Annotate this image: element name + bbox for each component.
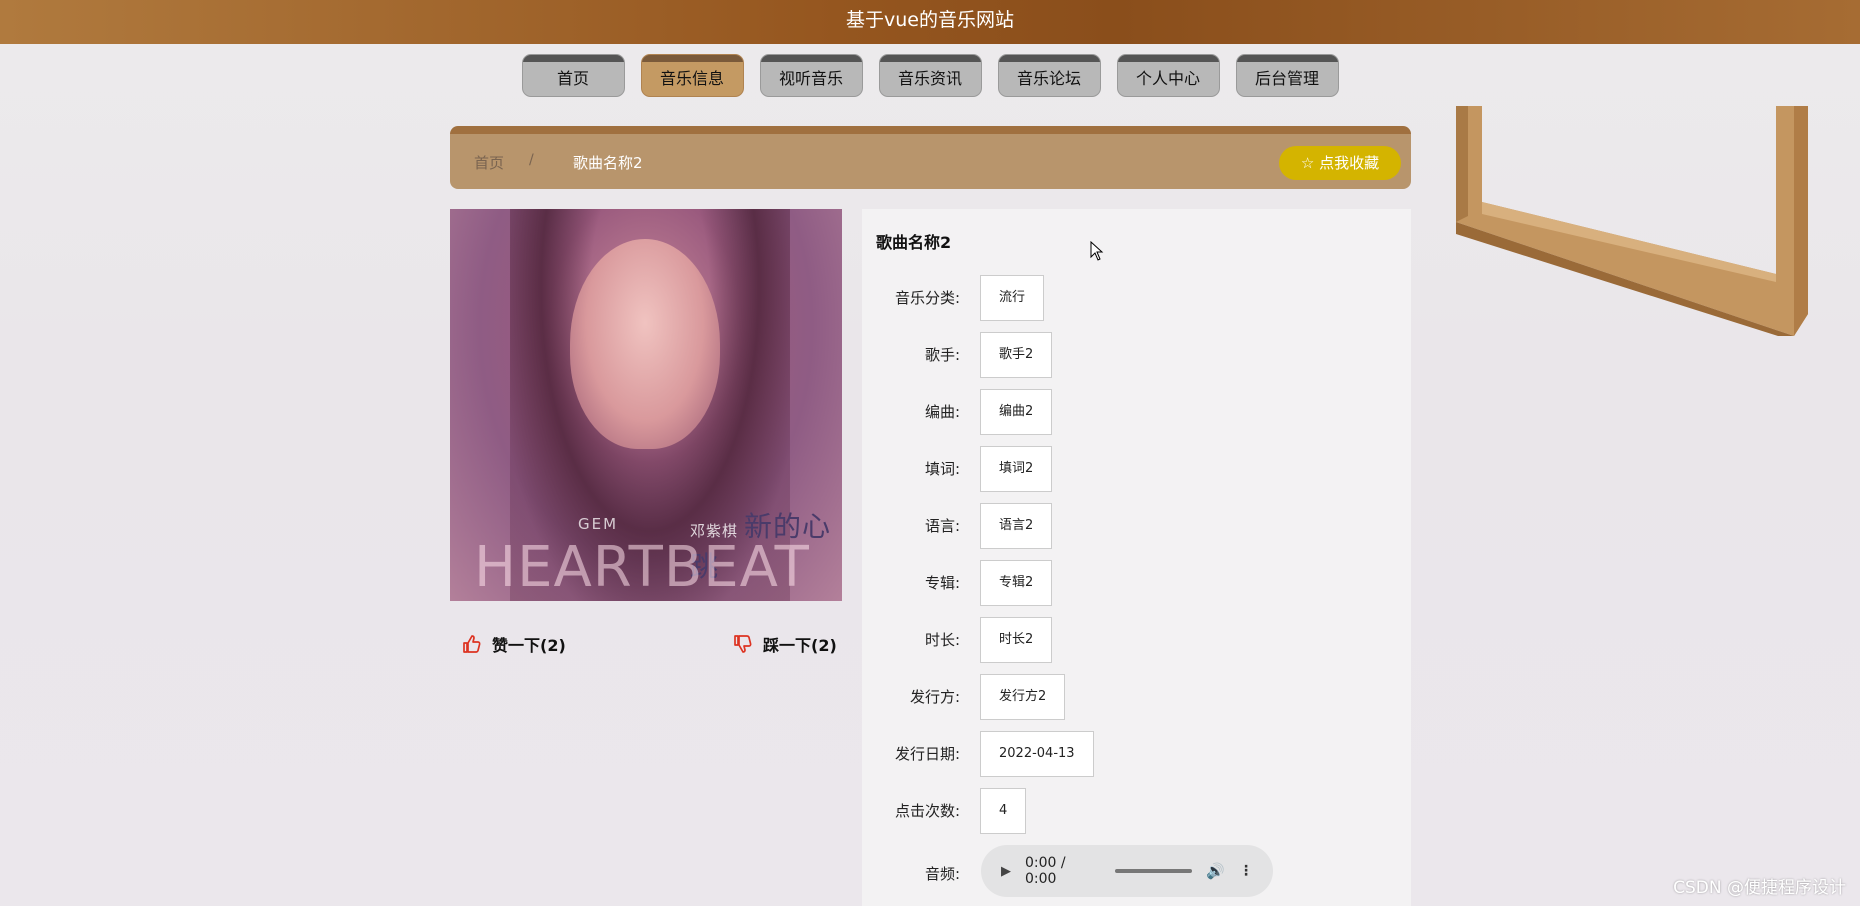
field-label: 发行方: bbox=[909, 688, 960, 706]
audio-player[interactable]: ▶ 0:00 / 0:00 🔊 ⋮ bbox=[981, 845, 1273, 897]
audio-time: 0:00 / 0:00 bbox=[1025, 855, 1066, 887]
site-header: 基于vue的音乐网站 bbox=[0, 0, 1860, 44]
field-value-duration: 时长2 bbox=[980, 617, 1053, 663]
dislike-button[interactable]: 踩一下(2) bbox=[733, 632, 837, 656]
like-button[interactable]: 赞一下(2) bbox=[462, 632, 566, 656]
field-label: 时长: bbox=[924, 631, 960, 649]
nav-item-news[interactable]: 音乐资讯 bbox=[878, 54, 982, 97]
decorative-frame bbox=[1456, 106, 1808, 336]
album-cover: GEM 邓紫棋 新的心跳 HEARTBEAT bbox=[450, 209, 842, 601]
thumbs-up-icon bbox=[463, 635, 481, 653]
field-value-lyricist: 填词2 bbox=[980, 446, 1053, 492]
breadcrumb-home[interactable]: 首页 bbox=[474, 152, 504, 173]
favorite-button-label: 点我收藏 bbox=[1319, 154, 1380, 172]
dislike-label: 踩一下(2) bbox=[763, 636, 837, 655]
field-value-release-date: 2022-04-13 bbox=[980, 731, 1094, 777]
field-label: 编曲: bbox=[924, 403, 960, 421]
breadcrumb-separator: / bbox=[529, 152, 534, 168]
cover-face-shape bbox=[570, 239, 720, 449]
nav-item-music-info[interactable]: 音乐信息 bbox=[640, 54, 744, 97]
field-value-arranger: 编曲2 bbox=[980, 389, 1053, 435]
mouse-cursor-icon bbox=[1090, 241, 1104, 261]
more-options-icon[interactable]: ⋮ bbox=[1239, 863, 1253, 879]
nav-item-home[interactable]: 首页 bbox=[521, 54, 625, 97]
field-value-clicks: 4 bbox=[980, 788, 1027, 834]
field-label: 专辑: bbox=[924, 574, 960, 592]
watermark: CSDN @便捷程序设计 bbox=[1673, 878, 1846, 898]
song-title: 歌曲名称2 bbox=[876, 233, 952, 252]
volume-icon[interactable]: 🔊 bbox=[1206, 862, 1225, 880]
field-value-album: 专辑2 bbox=[980, 560, 1053, 606]
field-value-singer: 歌手2 bbox=[980, 332, 1053, 378]
field-label: 发行日期: bbox=[894, 745, 960, 763]
breadcrumb: 首页 / 歌曲名称2 ☆ 点我收藏 bbox=[450, 126, 1411, 189]
field-label: 填词: bbox=[924, 460, 960, 478]
nav-item-forum[interactable]: 音乐论坛 bbox=[997, 54, 1101, 97]
breadcrumb-current: 歌曲名称2 bbox=[573, 154, 643, 172]
nav-item-listen[interactable]: 视听音乐 bbox=[759, 54, 863, 97]
audio-progress-track[interactable] bbox=[1114, 869, 1193, 873]
play-icon[interactable]: ▶ bbox=[1001, 864, 1011, 879]
star-outline-icon: ☆ bbox=[1300, 154, 1315, 172]
site-title: 基于vue的音乐网站 bbox=[846, 9, 1014, 31]
field-label: 点击次数: bbox=[894, 802, 960, 820]
nav-item-admin[interactable]: 后台管理 bbox=[1235, 54, 1339, 97]
field-value-category: 流行 bbox=[980, 275, 1045, 321]
song-info-panel: 歌曲名称2 音乐分类: 流行 歌手: 歌手2 编曲: 编曲2 填词: 填词2 语… bbox=[862, 209, 1411, 906]
field-label: 音频: bbox=[924, 865, 960, 883]
field-label: 歌手: bbox=[924, 346, 960, 364]
nav-item-profile[interactable]: 个人中心 bbox=[1116, 54, 1220, 97]
thumbs-down-icon bbox=[734, 635, 752, 653]
like-label: 赞一下(2) bbox=[492, 636, 566, 655]
field-label: 语言: bbox=[924, 517, 960, 535]
field-value-language: 语言2 bbox=[980, 503, 1053, 549]
field-value-publisher: 发行方2 bbox=[980, 674, 1066, 720]
cover-artist-en: GEM bbox=[578, 515, 619, 533]
cover-title-en: HEARTBEAT bbox=[474, 535, 810, 600]
field-label: 音乐分类: bbox=[894, 289, 960, 307]
main-nav: 首页 音乐信息 视听音乐 音乐资讯 音乐论坛 个人中心 后台管理 bbox=[0, 54, 1860, 98]
favorite-button[interactable]: ☆ 点我收藏 bbox=[1279, 146, 1401, 180]
